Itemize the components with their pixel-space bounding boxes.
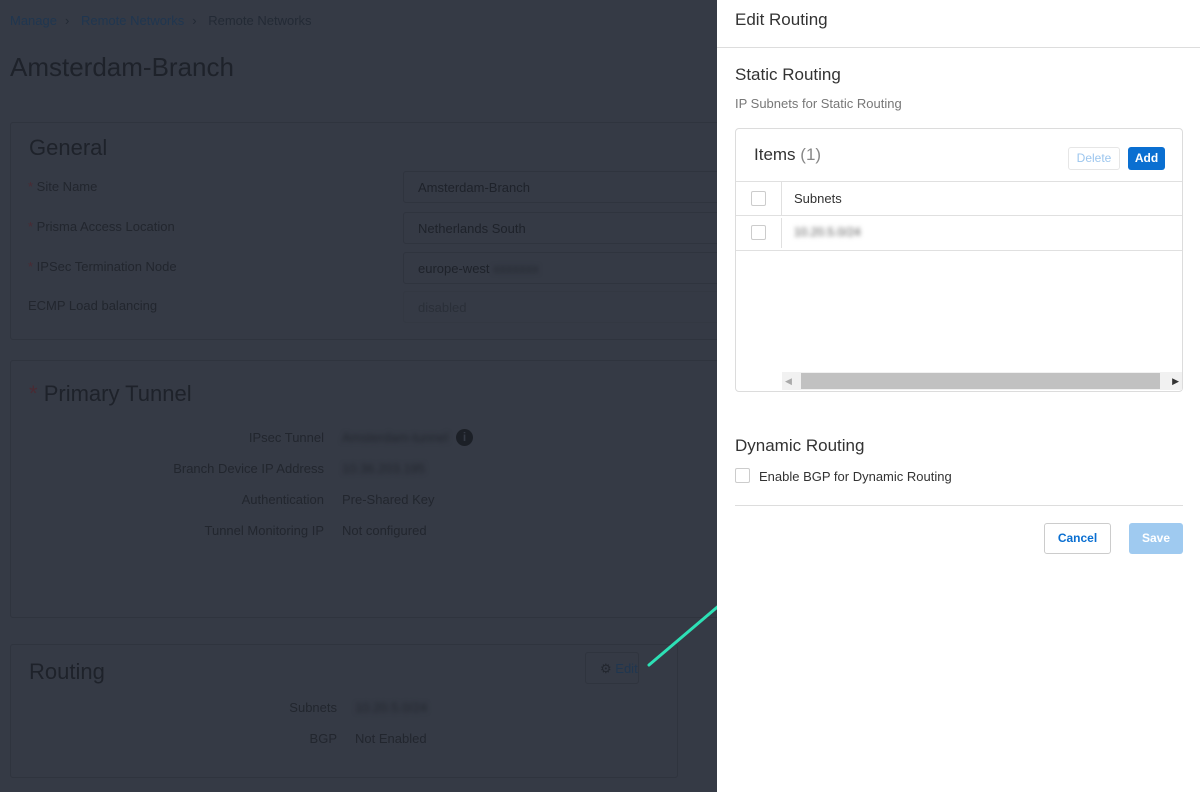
scrollbar-thumb[interactable] xyxy=(801,373,1160,389)
subnet-cell: 10.20.5.0/24 xyxy=(794,225,861,239)
drawer-title: Edit Routing xyxy=(717,0,1200,48)
cancel-button[interactable]: Cancel xyxy=(1044,523,1111,554)
row-checkbox[interactable] xyxy=(751,225,766,240)
edit-routing-drawer: Edit Routing Static Routing IP Subnets f… xyxy=(717,0,1200,792)
dynamic-routing-title: Dynamic Routing xyxy=(735,436,865,455)
delete-button[interactable]: Delete xyxy=(1068,147,1120,170)
subnets-table: Items (1) Delete Add Subnets 10.20.5.0/2… xyxy=(735,128,1183,392)
divider xyxy=(735,505,1183,506)
scroll-left-icon[interactable]: ◀ xyxy=(785,376,792,387)
items-label: Items xyxy=(754,145,796,164)
select-all-checkbox[interactable] xyxy=(751,191,766,206)
table-row[interactable]: 10.20.5.0/24 xyxy=(736,216,1182,251)
static-routing-subtitle: IP Subnets for Static Routing xyxy=(735,96,902,111)
items-count: (1) xyxy=(800,145,822,164)
save-button[interactable]: Save xyxy=(1129,523,1183,554)
subnets-column-header[interactable]: Subnets xyxy=(794,191,842,206)
enable-bgp-checkbox[interactable] xyxy=(735,468,750,483)
horizontal-scrollbar[interactable]: ◀ ▶ xyxy=(782,372,1182,390)
static-routing-title: Static Routing xyxy=(735,65,841,84)
table-header: Subnets xyxy=(736,181,1182,216)
scroll-right-icon[interactable]: ▶ xyxy=(1172,376,1179,387)
enable-bgp-label[interactable]: Enable BGP for Dynamic Routing xyxy=(759,469,952,484)
add-button[interactable]: Add xyxy=(1128,147,1165,170)
